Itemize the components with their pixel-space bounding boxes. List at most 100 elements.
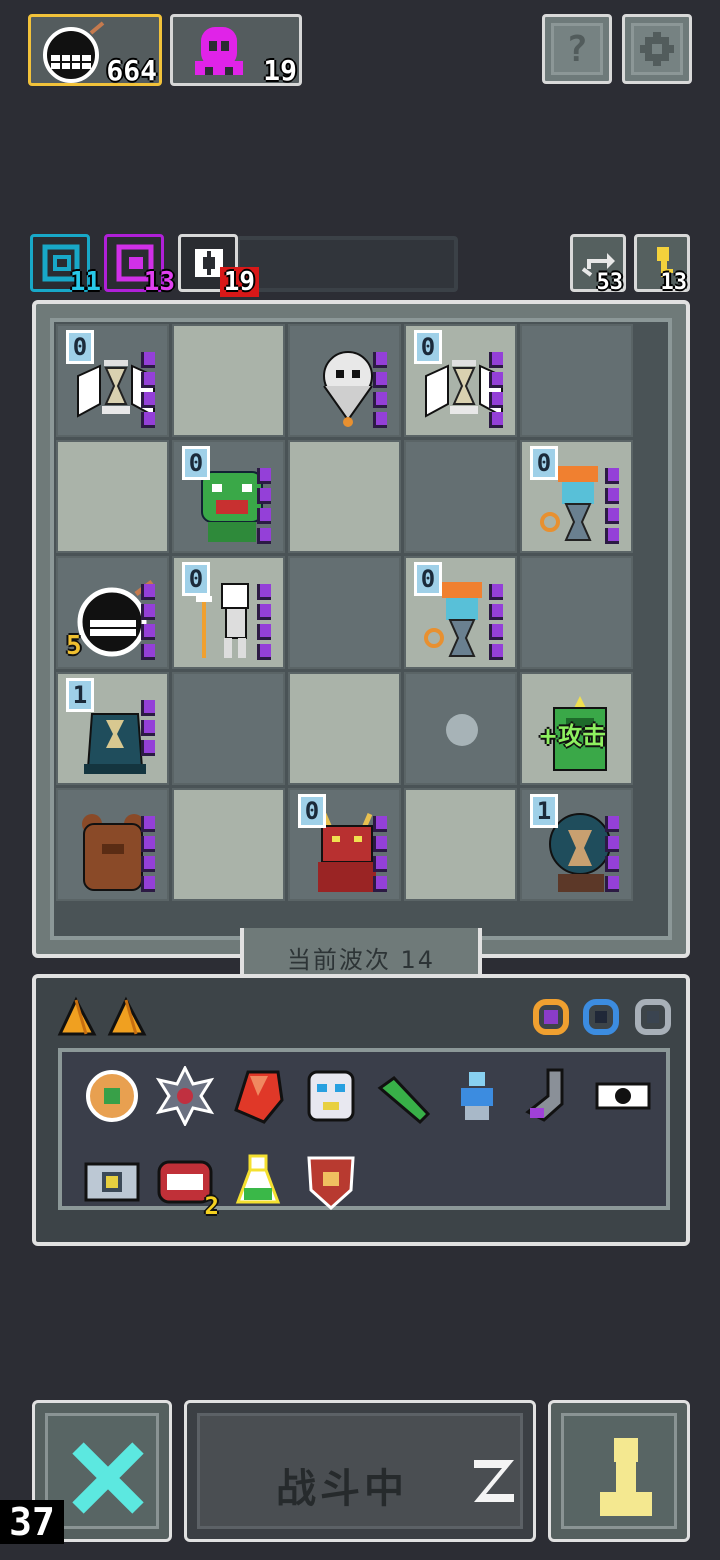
rank-pip <box>605 488 619 504</box>
rank-pip <box>373 856 387 872</box>
board-cell-empty[interactable] <box>172 672 285 785</box>
crossed-shield-icon <box>86 1070 138 1122</box>
rank-pip <box>373 412 387 428</box>
board-cell-empty[interactable] <box>288 440 401 553</box>
bomb-face-icon <box>43 21 105 83</box>
board-cell-empty-ghost[interactable] <box>404 672 517 785</box>
battle-button[interactable]: 战斗中 <box>184 1400 536 1542</box>
board-cell-orange-hair-hourglass[interactable]: 0 <box>404 556 517 669</box>
inventory-item[interactable] <box>155 1064 215 1128</box>
inventory-item[interactable] <box>228 1152 288 1212</box>
board-cell-teal-hourglass-golem[interactable]: 1 <box>56 672 169 785</box>
board-cell-empty[interactable] <box>404 440 517 553</box>
inventory-item[interactable] <box>301 1066 361 1126</box>
board-cell-empty[interactable] <box>520 324 633 437</box>
coin-value: 664 <box>106 54 157 87</box>
settings-button[interactable] <box>622 14 692 84</box>
rank-pip <box>141 624 155 640</box>
red-crystal-icon <box>234 1070 284 1124</box>
board-cell-orange-hair-hourglass[interactable]: 0 <box>520 440 633 553</box>
rank-pip <box>141 700 155 716</box>
inventory-item[interactable] <box>228 1066 288 1126</box>
cyan-counter[interactable]: 11 <box>30 234 101 297</box>
board-cell-white-skull-mask[interactable] <box>288 324 401 437</box>
board-cell-empty[interactable] <box>288 672 401 785</box>
grey-ring-icon[interactable] <box>632 996 674 1038</box>
blue-ring-icon[interactable] <box>580 996 622 1038</box>
board-cell-empty[interactable] <box>404 788 517 901</box>
help-button[interactable]: ? <box>542 14 612 84</box>
unit-level-badge: 0 <box>182 562 210 596</box>
pawn-button[interactable] <box>548 1400 690 1542</box>
rank-pip <box>489 392 503 408</box>
board-cell-bomb-face[interactable]: 5 <box>56 556 169 669</box>
rank-pip <box>257 488 271 504</box>
board-cell-empty[interactable] <box>172 788 285 901</box>
magenta-ghost-icon <box>195 27 243 75</box>
unit-rank-stars <box>257 584 273 664</box>
inventory-item[interactable] <box>82 1152 142 1212</box>
board-cell-white-winged-hourglass[interactable]: 0 <box>404 324 517 437</box>
board-cell-empty[interactable] <box>56 440 169 553</box>
board-cell-brown-bear[interactable] <box>56 788 169 901</box>
camera-box-icon <box>84 1162 140 1202</box>
gem-value: 19 <box>263 54 297 87</box>
rank-pip <box>141 392 155 408</box>
rank-pip <box>605 836 619 852</box>
rank-pip <box>141 856 155 872</box>
tribal-mask-icon <box>307 1070 355 1122</box>
board-cell-empty[interactable] <box>172 324 285 437</box>
magenta-counter[interactable]: 13 <box>104 234 175 297</box>
magenta-value: 13 <box>143 267 175 297</box>
red-counter[interactable]: 19 <box>178 234 259 297</box>
board-cell-white-winged-hourglass[interactable]: 0 <box>56 324 169 437</box>
key-button[interactable]: 13 <box>634 234 690 295</box>
board-cell-green-goblin[interactable]: 0 <box>172 440 285 553</box>
unit-rank-stars <box>373 816 389 896</box>
rank-pip <box>141 720 155 736</box>
unit-level-badge: 0 <box>530 446 558 480</box>
board-cell-green-attack-buff[interactable]: +攻击 <box>520 672 633 785</box>
item-count-badge: 2 <box>204 1192 219 1220</box>
item-grid: 2 <box>58 1048 670 1220</box>
inventory-item[interactable] <box>447 1066 507 1126</box>
inventory-item[interactable] <box>374 1066 434 1126</box>
board-grid: 0 0 0 0 5 0 0 1 +攻击 0 1 <box>50 318 672 940</box>
unit-rank-stars <box>141 700 157 780</box>
refresh-button[interactable]: 53 <box>570 234 626 295</box>
rank-pip <box>141 644 155 660</box>
board-cell-red-demon[interactable]: 0 <box>288 788 401 901</box>
rank-pip <box>373 392 387 408</box>
bull-shield-icon <box>307 1156 355 1211</box>
rank-pip <box>257 604 271 620</box>
frame-counter: 37 <box>0 1500 64 1544</box>
rank-pip <box>141 876 155 892</box>
question-mark-icon: ? <box>566 28 588 70</box>
rank-pip <box>373 836 387 852</box>
rank-pip <box>373 352 387 368</box>
board-cell-empty[interactable] <box>520 556 633 669</box>
rank-pip <box>141 412 155 428</box>
rank-pip <box>489 604 503 620</box>
unit-rank-stars <box>489 352 505 432</box>
board-cell-teal-hourglass-knight[interactable]: 1 <box>520 788 633 901</box>
inventory-item[interactable] <box>301 1152 361 1212</box>
unit-level-badge: 0 <box>66 330 94 364</box>
coin-counter[interactable]: 664 <box>28 14 162 87</box>
inventory-item[interactable] <box>593 1066 653 1126</box>
orange-shard-icon[interactable] <box>56 996 98 1038</box>
orange-ring-icon[interactable] <box>530 996 572 1038</box>
inventory-item[interactable] <box>520 1066 580 1126</box>
inventory-item[interactable] <box>82 1066 142 1126</box>
board-cell-skeleton-mage[interactable]: 0 <box>172 556 285 669</box>
orange-shard-icon[interactable] <box>106 996 148 1038</box>
green-horn-icon <box>377 1076 431 1125</box>
yellow-pawn-icon <box>600 1438 652 1516</box>
cyan-value: 11 <box>69 267 101 297</box>
gem-counter[interactable]: 19 <box>170 14 302 87</box>
progress-track <box>236 236 458 292</box>
rank-pip <box>141 836 155 852</box>
battle-status-label: 战斗中 <box>276 1466 408 1512</box>
board-cell-empty[interactable] <box>288 556 401 669</box>
inventory-item[interactable]: 2 <box>155 1152 219 1220</box>
